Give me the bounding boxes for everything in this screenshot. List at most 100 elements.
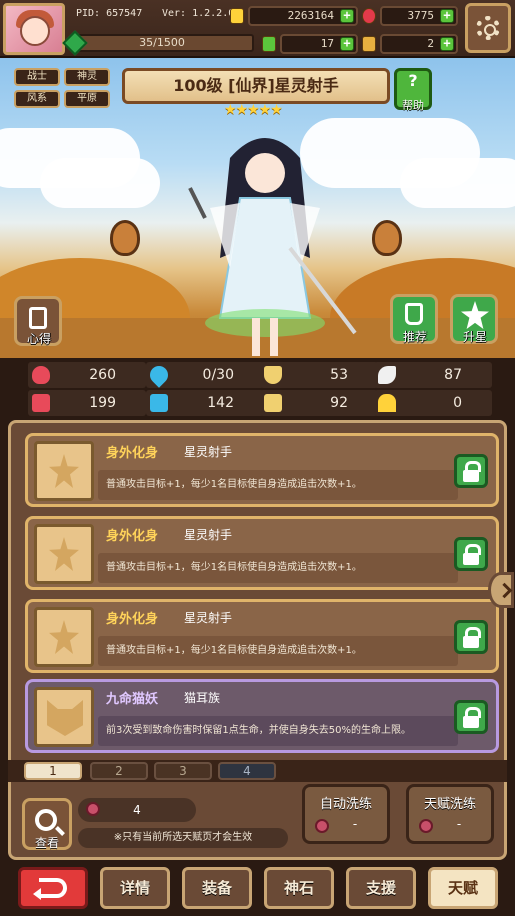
hero-aura	[205, 309, 325, 337]
stat-magic: 142	[146, 390, 264, 416]
clover-add-button[interactable]: +	[340, 37, 354, 51]
stat-speed: 87	[374, 362, 492, 388]
view-label: 查看	[34, 836, 59, 850]
talent-name: 身外化身	[106, 446, 159, 461]
ruby-value: 3775	[407, 9, 435, 22]
nav-talent[interactable]: 天赋	[428, 867, 498, 909]
star-emblem-icon	[49, 620, 79, 654]
talent-emblem	[34, 524, 94, 584]
help-button[interactable]: ? 帮助	[394, 68, 432, 112]
talent-description: 普通攻击目标+1，每少1名目标使自身造成追击次数+1。	[98, 553, 458, 583]
page-tab-4[interactable]: 4	[218, 762, 276, 780]
hero-character[interactable]	[170, 118, 360, 358]
leaf-prev-icon[interactable]	[110, 220, 140, 256]
stat-mana: 0/30	[146, 362, 264, 388]
wash-cost-value: 4	[133, 803, 141, 817]
lock-icon[interactable]	[454, 454, 488, 488]
talent-description: 前3次受到致命伤害时保留1点生命，并使自身失去50%的生命上限。	[98, 716, 458, 746]
stat-hp: 260	[28, 362, 146, 388]
nav-support[interactable]: 支援	[346, 867, 416, 909]
emerald-icon	[62, 30, 88, 56]
settings-button[interactable]	[465, 3, 511, 53]
hero-scene: 战士 神灵 风系 平原 100级 [仙界]星灵射手 ★★★★★ ? 帮助 心得 …	[0, 58, 515, 358]
clover-counter: 17 +	[280, 34, 358, 54]
experience-bar: 35/1500	[62, 30, 254, 56]
page-tab-2[interactable]: 2	[90, 762, 148, 780]
talent-page-tabs: 1 2 3 4	[8, 760, 507, 782]
nav-details[interactable]: 详情	[100, 867, 170, 909]
ruby-counter: 3775 +	[380, 6, 458, 26]
fruit-icon	[315, 819, 329, 833]
notes-button[interactable]: 心得	[14, 296, 62, 346]
talent-page-note: ※只有当前所选天赋页才会生效	[78, 828, 288, 848]
talent-card[interactable]: 九命猫妖 猫耳族 前3次受到致命伤害时保留1点生命，并使自身失去50%的生命上限…	[25, 679, 499, 753]
view-button[interactable]: 查看	[22, 798, 72, 850]
book-icon	[150, 394, 168, 412]
lock-icon[interactable]	[454, 620, 488, 654]
hero-scabbard	[188, 187, 207, 219]
fruit-icon	[419, 819, 433, 833]
player-avatar[interactable]	[3, 3, 65, 55]
tag-race: 神灵	[64, 68, 110, 86]
lock-icon[interactable]	[454, 537, 488, 571]
talent-description: 普通攻击目标+1，每少1名目标使自身造成追击次数+1。	[98, 470, 458, 500]
notes-label: 心得	[26, 332, 51, 346]
thumbs-up-icon	[405, 303, 423, 325]
talent-name: 九命猫妖	[106, 692, 159, 707]
stat-luck: 0	[374, 390, 492, 416]
gold-add-button[interactable]: +	[340, 9, 354, 23]
clover-value: 17	[320, 37, 334, 50]
hero-title: 100级 [仙界]星灵射手	[122, 68, 390, 104]
back-button[interactable]	[18, 867, 88, 909]
heart-icon	[32, 366, 50, 384]
cloud	[40, 158, 160, 208]
auto-wash-button[interactable]: 自动洗练 -	[302, 784, 390, 844]
cat-emblem-icon	[47, 700, 83, 736]
page-tab-3[interactable]: 3	[154, 762, 212, 780]
talent-source: 星灵射手	[184, 445, 233, 459]
star-up-button[interactable]: 升星	[450, 294, 498, 344]
stats-panel: 260 0/30 53 87 199 142 92 0	[0, 358, 515, 420]
tag-element: 风系	[14, 90, 60, 108]
tag-class: 战士	[14, 68, 60, 86]
gear-icon	[476, 16, 500, 40]
player-id: PID: 657547	[76, 8, 143, 19]
talent-wash-button[interactable]: 天赋洗练 -	[406, 784, 494, 844]
page-tab-1[interactable]: 1	[24, 762, 82, 780]
top-bar: PID: 657547 Ver: 1.2.2.0 2263164 + 3775 …	[0, 0, 515, 58]
talent-name: 身外化身	[106, 612, 159, 627]
star-up-label: 升星	[462, 330, 487, 344]
talent-emblem	[34, 607, 94, 667]
talent-source: 猫耳族	[184, 691, 221, 705]
gold-counter: 2263164 +	[248, 6, 358, 26]
stat-attack: 199	[28, 390, 146, 416]
ruby-add-button[interactable]: +	[440, 9, 454, 23]
auto-wash-label: 自动洗练	[319, 797, 372, 812]
star-emblem-icon	[49, 454, 79, 488]
avatar-face	[20, 16, 50, 46]
horseshoe-icon	[378, 394, 396, 412]
recommend-button[interactable]: 推荐	[390, 294, 438, 344]
shield-icon	[264, 366, 282, 384]
nav-godstone[interactable]: 神石	[264, 867, 334, 909]
chevron-right-icon[interactable]	[488, 572, 514, 608]
gold-coin-icon	[230, 8, 244, 24]
talent-card[interactable]: 身外化身 星灵射手 普通攻击目标+1，每少1名目标使自身造成追击次数+1。	[25, 516, 499, 590]
tag-terrain: 平原	[64, 90, 110, 108]
star-rating: ★★★★★	[224, 102, 283, 118]
talent-card[interactable]: 身外化身 星灵射手 普通攻击目标+1，每少1名目标使自身造成追击次数+1。	[25, 433, 499, 507]
key-add-button[interactable]: +	[440, 37, 454, 51]
talent-emblem	[34, 441, 94, 501]
auto-wash-count: -	[352, 817, 358, 831]
stat-defense: 53	[260, 362, 378, 388]
recommend-label: 推荐	[402, 330, 427, 344]
fist-icon	[32, 394, 50, 412]
leaf-next-icon[interactable]	[372, 220, 402, 256]
talent-card[interactable]: 身外化身 星灵射手 普通攻击目标+1，每少1名目标使自身造成追击次数+1。	[25, 599, 499, 673]
hero-face	[245, 153, 285, 193]
notebook-icon	[29, 307, 47, 329]
lock-icon[interactable]	[454, 700, 488, 734]
hero-leg	[252, 318, 260, 356]
nav-equipment[interactable]: 装备	[182, 867, 252, 909]
key-counter: 2 +	[380, 34, 458, 54]
